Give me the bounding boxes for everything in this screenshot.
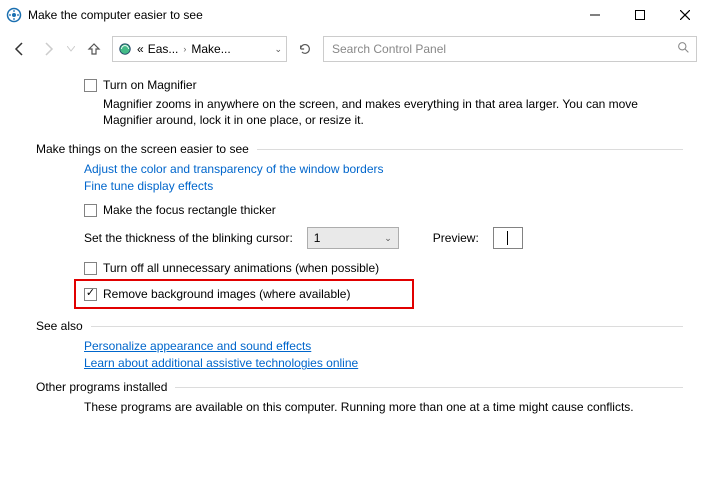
cursor-thickness-label: Set the thickness of the blinking cursor…	[84, 231, 293, 245]
magnifier-description: Magnifier zooms in anywhere on the scree…	[103, 96, 683, 128]
cursor-thickness-value: 1	[314, 231, 321, 245]
refresh-button[interactable]	[295, 39, 315, 59]
chevron-right-icon: ›	[183, 44, 186, 54]
turn-off-animations-checkbox[interactable]	[84, 262, 97, 275]
remove-bg-checkbox[interactable]	[84, 288, 97, 301]
cursor-thickness-row: Set the thickness of the blinking cursor…	[84, 227, 683, 249]
content-area: Turn on Magnifier Magnifier zooms in any…	[0, 72, 707, 414]
breadcrumb-item-2[interactable]: Make...	[191, 42, 230, 56]
turn-off-animations-row: Turn off all unnecessary animations (whe…	[84, 261, 683, 275]
turn-on-magnifier-label: Turn on Magnifier	[103, 78, 197, 92]
forward-button[interactable]	[38, 39, 58, 59]
recent-dropdown-icon[interactable]	[66, 39, 76, 59]
focus-rectangle-checkbox[interactable]	[84, 204, 97, 217]
nav-toolbar: « Eas... › Make... ⌄	[0, 30, 707, 72]
search-icon	[677, 41, 690, 57]
section-easier-to-see: Make things on the screen easier to see	[36, 142, 683, 156]
section-other-programs: Other programs installed	[36, 380, 683, 394]
link-assistive-tech[interactable]: Learn about additional assistive technol…	[84, 356, 683, 370]
search-box[interactable]	[323, 36, 697, 62]
focus-rectangle-row: Make the focus rectangle thicker	[84, 203, 683, 217]
remove-bg-label: Remove background images (where availabl…	[103, 287, 350, 301]
maximize-button[interactable]	[617, 0, 662, 30]
minimize-button[interactable]	[572, 0, 617, 30]
search-input[interactable]	[330, 41, 677, 57]
back-button[interactable]	[10, 39, 30, 59]
address-dropdown-icon[interactable]: ⌄	[274, 44, 282, 55]
cursor-preview	[493, 227, 523, 249]
breadcrumb-item-1[interactable]: Eas...	[148, 42, 179, 56]
breadcrumb-prefix: «	[137, 42, 144, 56]
link-personalize[interactable]: Personalize appearance and sound effects	[84, 339, 683, 353]
other-programs-title: Other programs installed	[36, 380, 175, 394]
divider	[91, 326, 683, 327]
turn-on-magnifier-row: Turn on Magnifier	[84, 78, 683, 92]
other-programs-desc: These programs are available on this com…	[84, 400, 683, 414]
control-panel-icon	[6, 7, 22, 23]
cursor-thickness-dropdown[interactable]: 1 ⌄	[307, 227, 399, 249]
highlighted-option: Remove background images (where availabl…	[74, 279, 414, 309]
section-see-also: See also	[36, 319, 683, 333]
chevron-down-icon: ⌄	[384, 233, 392, 244]
control-panel-small-icon	[117, 41, 133, 57]
title-bar: Make the computer easier to see	[0, 0, 707, 30]
divider	[257, 149, 683, 150]
close-button[interactable]	[662, 0, 707, 30]
address-bar[interactable]: « Eas... › Make... ⌄	[112, 36, 287, 62]
link-fine-tune[interactable]: Fine tune display effects	[84, 179, 683, 193]
turn-off-animations-label: Turn off all unnecessary animations (whe…	[103, 261, 379, 275]
focus-rectangle-label: Make the focus rectangle thicker	[103, 203, 276, 217]
preview-label: Preview:	[433, 231, 479, 245]
window-title: Make the computer easier to see	[28, 8, 203, 22]
remove-bg-row: Remove background images (where availabl…	[84, 287, 404, 301]
up-button[interactable]	[84, 39, 104, 59]
link-adjust-color[interactable]: Adjust the color and transparency of the…	[84, 162, 683, 176]
see-also-title: See also	[36, 319, 91, 333]
divider	[175, 387, 683, 388]
turn-on-magnifier-checkbox[interactable]	[84, 79, 97, 92]
section-easier-title: Make things on the screen easier to see	[36, 142, 257, 156]
